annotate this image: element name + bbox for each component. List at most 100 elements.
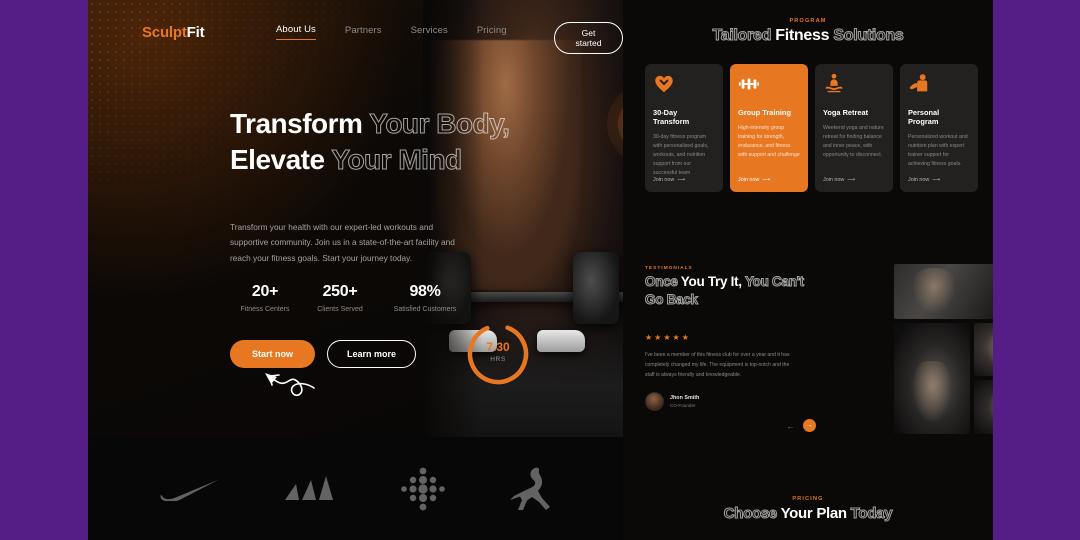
card-body: 30-day fitness program with personalized… — [653, 134, 709, 177]
card-body: High-intensity group training for streng… — [738, 125, 800, 159]
testimonial-quote: I've been a member of this fitness club … — [645, 352, 790, 378]
gym-photo-curl — [974, 323, 993, 376]
stat-fitness-centers: 20+ Fitness Centers — [229, 283, 301, 313]
card-title: 30-Day Transform — [653, 108, 690, 126]
workout-timer-ring: 7.30 HRS — [464, 320, 532, 388]
program-title: Tailored Fitness Solutions — [623, 27, 993, 45]
rating-stars: ★ ★ ★ ★ ★ — [645, 333, 689, 342]
gym-photo-squat — [894, 323, 970, 434]
card-join-label: Join now — [908, 177, 930, 183]
stat-value: 20+ — [251, 283, 279, 300]
pricing-title-choose: Choose — [723, 505, 778, 523]
nav-links: About Us Partners Services Pricing — [276, 24, 507, 40]
pricing-title-your-plan: Your Plan — [780, 505, 848, 522]
nav-item-pricing[interactable]: Pricing — [477, 25, 507, 40]
program-title-solutions: Solutions — [833, 27, 904, 45]
program-title-fitness: Fitness — [775, 27, 830, 44]
next-testimonial-button[interactable]: → — [803, 419, 816, 432]
shoe-right — [537, 330, 585, 352]
jordan-logo — [508, 466, 552, 512]
headline-word-your-1: Your — [369, 108, 430, 140]
arrow-right-icon: ⟶ — [932, 177, 941, 183]
timer-unit: HRS — [490, 356, 506, 363]
author-name: Jhon Smith — [670, 395, 700, 401]
stat-clients-served: 250+ Clients Served — [301, 283, 379, 313]
program-card-yoga-retreat[interactable]: Yoga Retreat Weekend yoga and nature ret… — [815, 64, 893, 192]
brand-logo[interactable]: SculptFit — [142, 23, 205, 41]
avatar — [645, 392, 664, 411]
hero-actions: Start now Learn more — [230, 340, 417, 368]
testi-title-once: Once — [645, 274, 679, 290]
card-title: Yoga Retreat — [823, 108, 869, 117]
pricing-eyebrow: PRICING — [792, 496, 824, 502]
program-cards: 30-Day Transform 30-day fitness program … — [645, 64, 978, 192]
card-join-link[interactable]: Join now ⟶ — [738, 177, 770, 183]
program-card-30-day-transform[interactable]: 30-Day Transform 30-day fitness program … — [645, 64, 723, 192]
dumbbell-icon — [738, 73, 800, 103]
stat-value: 98% — [409, 283, 441, 300]
arrow-right-icon: ⟶ — [762, 177, 771, 183]
nav-item-partners[interactable]: Partners — [345, 25, 382, 40]
arrow-right-icon: ⟶ — [847, 177, 856, 183]
hero-stats: 20+ Fitness Centers 250+ Clients Served … — [229, 283, 471, 313]
pricing-title: Choose Your Plan Today — [623, 505, 993, 523]
testimonials-eyebrow: TESTIMONIALS — [645, 266, 693, 271]
headline-word-body: Body, — [436, 108, 511, 140]
stat-value: 250+ — [322, 283, 358, 300]
star-icon: ★ — [672, 333, 680, 342]
website-canvas: SculptFit About Us Partners Services Pri… — [88, 0, 993, 540]
fitbit-logo — [400, 467, 446, 511]
headline-word-your-2: Your — [331, 143, 392, 175]
testi-title-you-try-it: You Try It, — [680, 274, 742, 289]
page-root: SculptFit About Us Partners Services Pri… — [0, 0, 1080, 540]
headline-word-transform: Transform — [230, 108, 363, 139]
heart-chevron-icon — [653, 73, 715, 103]
stat-label: Clients Served — [317, 306, 363, 313]
testimonial-author: Jhon Smith CO-Founder — [645, 392, 699, 411]
barbell-plate-right — [573, 252, 619, 324]
nav-item-services[interactable]: Services — [411, 25, 448, 40]
get-started-button[interactable]: Get started — [554, 22, 623, 54]
star-icon: ★ — [663, 333, 671, 342]
program-title-tailored: Tailored — [712, 27, 772, 45]
card-join-link[interactable]: Join now ⟶ — [653, 177, 685, 183]
star-icon: ★ — [654, 333, 662, 342]
stat-satisfied-customers: 98% Satisfied Customers — [379, 283, 471, 313]
learn-more-button[interactable]: Learn more — [327, 340, 417, 368]
yoga-icon — [823, 73, 885, 103]
program-card-personal-program[interactable]: Personal Program Personalized workout an… — [900, 64, 978, 192]
program-card-group-training[interactable]: Group Training High-intensity group trai… — [730, 64, 808, 192]
right-panel: PROGRAM Tailored Fitness Solutions 30-Da… — [623, 0, 993, 540]
stat-label: Satisfied Customers — [393, 306, 457, 313]
gym-photo-barbell-feet — [894, 264, 993, 319]
program-header: PROGRAM Tailored Fitness Solutions — [623, 18, 993, 45]
card-title: Group Training — [738, 108, 791, 117]
curly-arrow-doodle — [265, 373, 315, 397]
card-join-link[interactable]: Join now ⟶ — [823, 177, 855, 183]
flexing-arm-icon — [908, 73, 970, 103]
pricing-header: PRICING Choose Your Plan Today — [623, 496, 993, 523]
testimonial-photo-grid — [894, 264, 993, 434]
star-icon: ★ — [645, 333, 653, 342]
card-title: Personal Program — [908, 108, 940, 126]
prev-testimonial-button[interactable]: ← — [786, 421, 795, 431]
nike-logo — [159, 477, 221, 501]
brand-logos-strip — [88, 437, 623, 540]
card-body: Personalized workout and nutrition plan … — [908, 134, 968, 168]
pricing-title-today: Today — [850, 505, 893, 523]
card-join-label: Join now — [738, 177, 760, 183]
timer-value: 7.30 — [486, 340, 510, 354]
nav-item-about-us[interactable]: About Us — [276, 24, 316, 40]
gym-photo-bench — [974, 380, 993, 434]
adidas-logo — [283, 475, 337, 502]
star-icon: ★ — [681, 333, 689, 342]
start-now-button[interactable]: Start now — [230, 340, 316, 368]
hero-section: SculptFit About Us Partners Services Pri… — [88, 0, 623, 437]
card-join-label: Join now — [823, 177, 845, 183]
hero-headline: Transform Your Body, Elevate Your Mind — [230, 106, 530, 178]
logo-part-fit: Fit — [186, 23, 205, 41]
card-body: Weekend yoga and nature retreat for find… — [823, 125, 884, 159]
card-join-link[interactable]: Join now ⟶ — [908, 177, 940, 183]
author-text: Jhon Smith CO-Founder — [670, 395, 699, 408]
testimonial-pager: ← → — [786, 419, 816, 432]
